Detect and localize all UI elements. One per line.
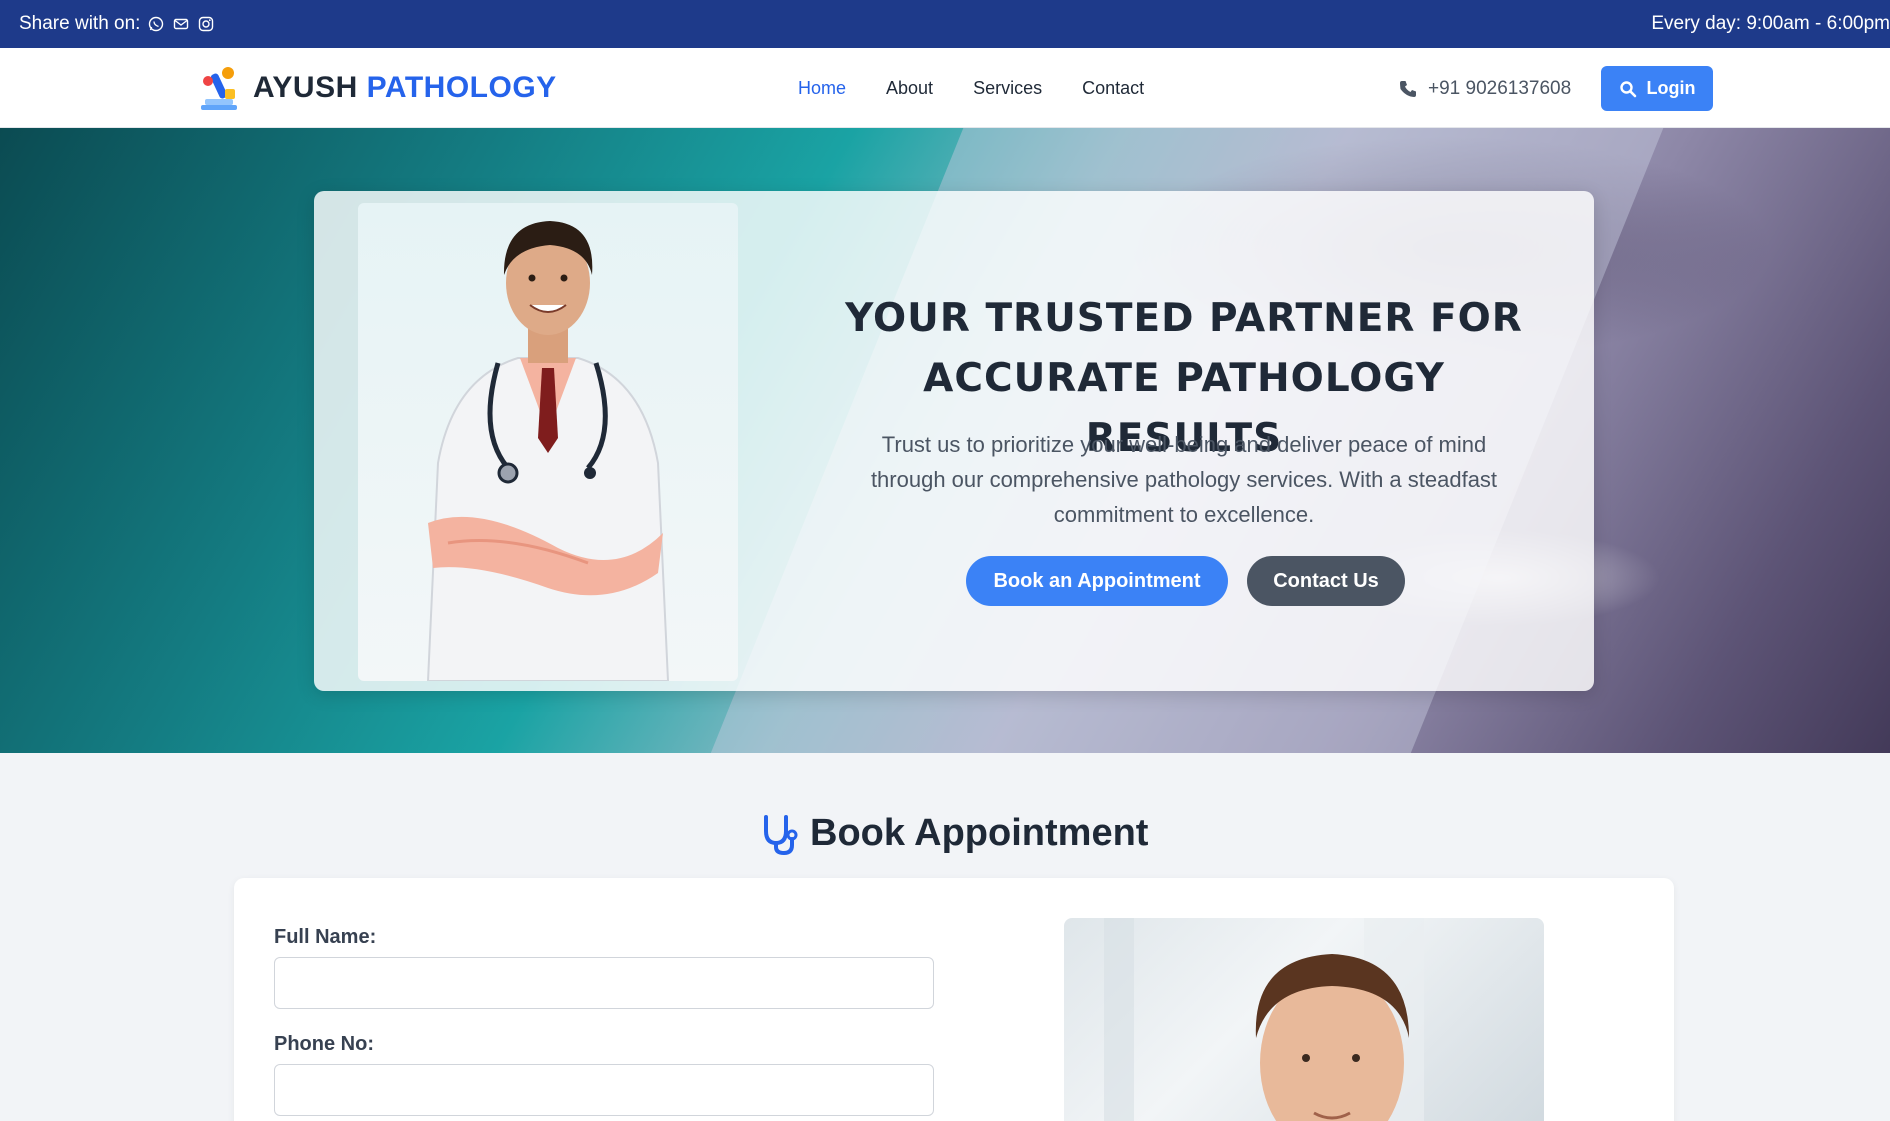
mail-icon[interactable] <box>172 15 190 33</box>
nav-home[interactable]: Home <box>798 78 846 99</box>
top-bar: Share with on: Every day: 9:00am - 6:00p… <box>0 0 1890 48</box>
doctor-photo <box>1064 918 1544 1121</box>
main-nav: Home About Services Contact <box>798 78 1144 99</box>
hero-title-line1: YOUR TRUSTED PARTNER FOR <box>845 296 1523 341</box>
navbar: AYUSH PATHOLOGY Home About Services Cont… <box>0 48 1890 128</box>
login-button[interactable]: Login <box>1601 66 1713 111</box>
brand-name-part2: PATHOLOGY <box>366 71 557 104</box>
book-appointment-heading: Book Appointment <box>758 812 1148 855</box>
phone-contact[interactable]: +91 9026137608 <box>1398 78 1571 100</box>
share-label: Share with on: <box>19 13 141 34</box>
stethoscope-icon <box>764 814 798 855</box>
nav-about[interactable]: About <box>886 78 933 99</box>
section-title-text: Book Appointment <box>810 812 1149 854</box>
share-section: Share with on: <box>19 13 215 35</box>
nav-contact[interactable]: Contact <box>1082 78 1144 99</box>
contact-us-button[interactable]: Contact Us <box>1247 556 1405 606</box>
hero-description: Trust us to prioritize your well-being a… <box>870 432 1498 527</box>
search-icon <box>1619 80 1636 97</box>
opening-hours: Every day: 9:00am - 6:00pm <box>1651 13 1890 34</box>
phone-input[interactable] <box>274 1064 934 1116</box>
login-label: Login <box>1646 78 1696 98</box>
phone-number: +91 9026137608 <box>1428 78 1572 99</box>
phone-icon <box>1400 81 1416 97</box>
brand-name: AYUSH PATHOLOGY <box>253 71 557 105</box>
microscope-logo-icon <box>201 67 237 110</box>
doctor-image <box>358 203 738 681</box>
appointment-form: Full Name: Phone No: <box>234 878 1674 1121</box>
brand-name-part1: AYUSH <box>253 71 358 104</box>
whatsapp-icon[interactable] <box>147 15 165 33</box>
share-icons <box>147 15 215 33</box>
full-name-input[interactable] <box>274 957 934 1009</box>
phone-label: Phone No: <box>274 1033 374 1055</box>
full-name-label: Full Name: <box>274 926 377 948</box>
nav-services[interactable]: Services <box>973 78 1042 99</box>
brand[interactable]: AYUSH PATHOLOGY <box>195 63 557 113</box>
hero-section: YOUR TRUSTED PARTNER FOR ACCURATE PATHOL… <box>0 128 1890 753</box>
book-appointment-button[interactable]: Book an Appointment <box>966 556 1228 606</box>
instagram-icon[interactable] <box>197 15 215 33</box>
hero-card: YOUR TRUSTED PARTNER FOR ACCURATE PATHOL… <box>314 191 1594 691</box>
